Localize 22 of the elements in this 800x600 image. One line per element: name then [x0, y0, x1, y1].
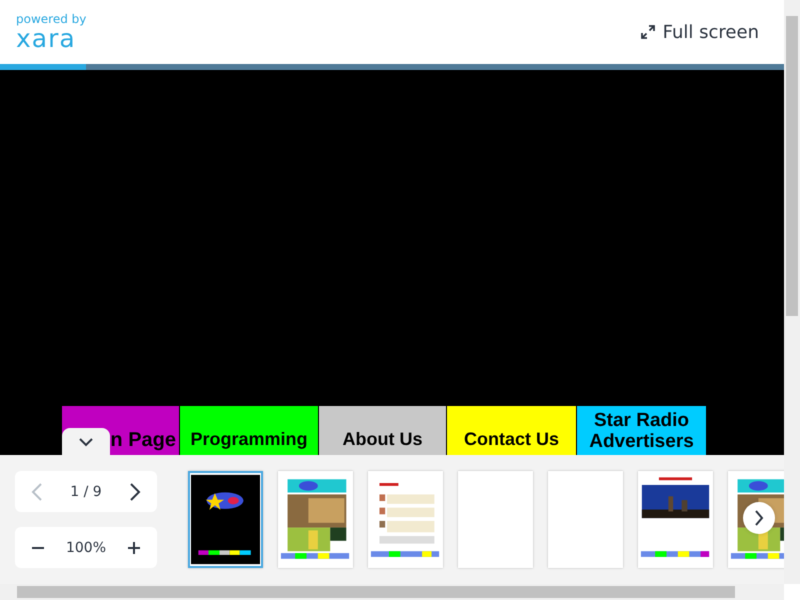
collapse-tab[interactable] [62, 428, 110, 455]
chevron-left-icon [31, 482, 43, 500]
chevron-right-icon [754, 510, 764, 526]
chevron-right-icon [129, 482, 141, 500]
page-number: 1 / 9 [70, 484, 102, 500]
chevron-down-icon [78, 436, 94, 446]
page-thumbnail[interactable] [458, 471, 533, 568]
expand-icon [640, 25, 655, 39]
horizontal-scrollbar[interactable] [0, 584, 784, 600]
nav-link[interactable]: n Page [110, 428, 176, 452]
minus-icon [31, 546, 45, 548]
plus-icon [127, 540, 141, 554]
nav-link[interactable]: About Us [342, 429, 422, 451]
page-thumbnail[interactable] [548, 471, 623, 568]
zoom-level: 100% [66, 540, 106, 556]
nav-link[interactable]: Star Radio Advertisers [577, 410, 706, 452]
logo: xara [16, 26, 76, 52]
nav-link[interactable]: Programming [190, 429, 308, 451]
full-screen-button[interactable]: Full screen [640, 22, 759, 42]
powered-by-label: powered by [16, 12, 86, 26]
nav-link[interactable]: Contact Us [464, 429, 559, 451]
vertical-scrollbar[interactable] [784, 0, 800, 584]
